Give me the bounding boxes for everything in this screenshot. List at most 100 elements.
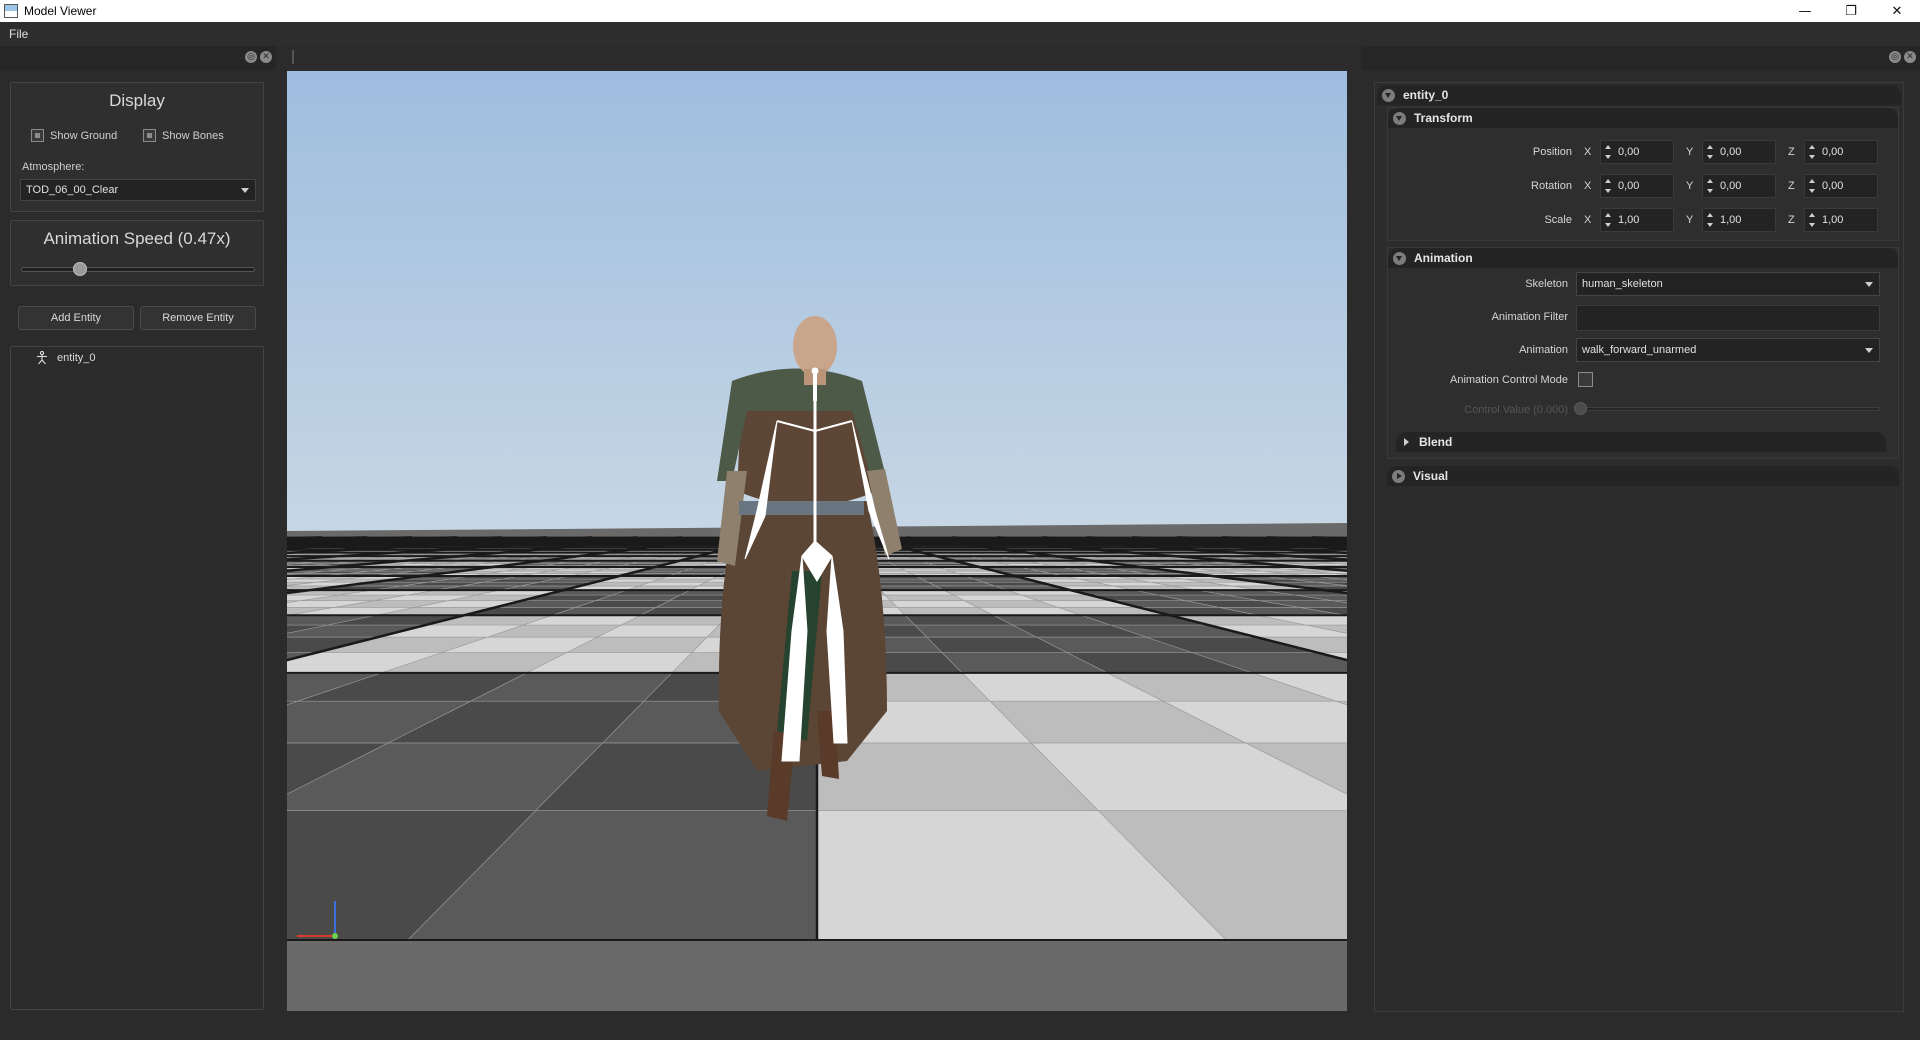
scale-z-value: 1,00: [1822, 214, 1844, 226]
collapse-icon[interactable]: [1393, 111, 1406, 125]
animation-value: walk_forward_unarmed: [1582, 344, 1697, 356]
entity-section-header[interactable]: entity_0: [1377, 85, 1901, 105]
scale-x-value: 1,00: [1618, 214, 1640, 226]
entity-name: entity_0: [57, 352, 96, 364]
show-bones-check-icon[interactable]: [143, 129, 156, 142]
floor-tile: [890, 600, 978, 608]
viewport-scene[interactable]: [287, 71, 1347, 1011]
animation-section-header[interactable]: Animation: [1388, 248, 1898, 268]
scale-z-spinbox[interactable]: 1,00: [1804, 208, 1878, 232]
left-panel: Display Show Ground Show Bones Atmospher…: [0, 70, 276, 1020]
chevron-down-icon: [241, 188, 249, 193]
3d-viewport[interactable]: [287, 71, 1347, 1011]
axis-z-label: Z: [1788, 180, 1795, 192]
transform-section-header[interactable]: Transform: [1388, 108, 1898, 128]
dock-float-icon[interactable]: ◎: [1889, 51, 1901, 63]
rotation-label: Rotation: [1531, 180, 1572, 192]
show-bones-checkbox[interactable]: Show Bones: [143, 129, 224, 142]
spin-arrows-icon[interactable]: [1707, 212, 1715, 228]
floor-tile: [683, 568, 733, 572]
dock-close-icon[interactable]: ✕: [1904, 51, 1916, 63]
animation-control-mode-checkbox[interactable]: [1578, 372, 1593, 387]
position-y-spinbox[interactable]: 0,00: [1702, 140, 1776, 164]
remove-entity-button[interactable]: Remove Entity: [140, 306, 256, 330]
scale-y-value: 1,00: [1720, 214, 1742, 226]
axis-y-label: Y: [1686, 214, 1694, 226]
axis-x-label: X: [1584, 146, 1592, 158]
rotation-x-value: 0,00: [1618, 180, 1640, 192]
axis-y-label: Y: [1686, 180, 1694, 192]
control-value-label: Control Value (0.000): [1464, 404, 1568, 416]
show-bones-label: Show Bones: [162, 129, 224, 142]
dock-close-icon[interactable]: ✕: [260, 51, 272, 63]
scale-x-spinbox[interactable]: 1,00: [1600, 208, 1674, 232]
entity-list: entity_0: [10, 346, 264, 1010]
spin-arrows-icon[interactable]: [1605, 144, 1613, 160]
position-label: Position: [1532, 146, 1572, 158]
restore-button[interactable]: ❐: [1828, 0, 1874, 22]
spin-arrows-icon[interactable]: [1707, 178, 1715, 194]
position-x-value: 0,00: [1618, 146, 1640, 158]
spin-arrows-icon[interactable]: [1809, 178, 1817, 194]
animation-dropdown[interactable]: walk_forward_unarmed: [1576, 338, 1880, 362]
transform-title: Transform: [1414, 111, 1473, 125]
dock-float-icon[interactable]: ◎: [245, 51, 257, 63]
floor-tile: [650, 578, 713, 583]
animation-speed-slider-track[interactable]: [21, 267, 255, 272]
control-value-slider-track[interactable]: [1576, 407, 1880, 411]
chevron-down-icon: [1865, 282, 1873, 287]
floor-tile: [676, 570, 729, 574]
show-ground-checkbox[interactable]: Show Ground: [31, 129, 117, 142]
axis-z-label: Z: [1788, 146, 1795, 158]
position-x-spinbox[interactable]: 0,00: [1600, 140, 1674, 164]
entity-list-item[interactable]: entity_0: [35, 351, 96, 365]
blend-section-header[interactable]: Blend: [1396, 432, 1886, 452]
floor-tile: [639, 581, 707, 587]
animation-box: Animation Skeleton human_skeleton Animat…: [1387, 247, 1899, 459]
window-title: Model Viewer: [24, 4, 97, 18]
display-title: Display: [109, 91, 165, 110]
axis-x-label: X: [1584, 214, 1592, 226]
animation-label: Animation: [1519, 344, 1568, 356]
scale-label: Scale: [1544, 214, 1572, 226]
menu-file[interactable]: File: [0, 27, 37, 41]
collapse-icon[interactable]: [1393, 251, 1406, 265]
left-dock-header: ◎ ✕: [0, 46, 276, 70]
chevron-right-icon[interactable]: [1392, 469, 1405, 483]
spin-arrows-icon[interactable]: [1707, 144, 1715, 160]
spin-arrows-icon[interactable]: [1605, 212, 1613, 228]
rotation-z-spinbox[interactable]: 0,00: [1804, 174, 1878, 198]
chevron-right-icon[interactable]: [1404, 438, 1409, 446]
entity-header-title: entity_0: [1403, 88, 1449, 102]
floor-tile: [921, 578, 984, 583]
atmosphere-dropdown[interactable]: TOD_06_00_Clear: [20, 179, 256, 201]
axis-x-label: X: [1584, 180, 1592, 192]
floor-tile: [896, 606, 994, 616]
minimize-button[interactable]: —: [1782, 0, 1828, 22]
skeleton-dropdown[interactable]: human_skeleton: [1576, 272, 1880, 296]
floor-tile: [884, 594, 965, 602]
transform-box: Transform Position X 0,00 Y 0,00 Z 0,00 …: [1387, 107, 1899, 241]
animation-speed-group: Animation Speed (0.47x): [10, 220, 264, 286]
rotation-x-spinbox[interactable]: 0,00: [1600, 174, 1674, 198]
atmosphere-label: Atmosphere:: [22, 161, 85, 173]
scale-y-spinbox[interactable]: 1,00: [1702, 208, 1776, 232]
animation-filter-input[interactable]: [1576, 305, 1880, 331]
title-bar: Model Viewer — ❐ ✕: [0, 0, 1920, 22]
spin-arrows-icon[interactable]: [1809, 144, 1817, 160]
add-entity-button[interactable]: Add Entity: [18, 306, 134, 330]
control-value-slider-handle[interactable]: [1574, 402, 1587, 415]
show-ground-check-icon[interactable]: [31, 129, 44, 142]
close-button[interactable]: ✕: [1874, 0, 1920, 22]
animation-speed-slider-handle[interactable]: [72, 262, 87, 276]
collapse-icon[interactable]: [1382, 88, 1395, 102]
window-controls: — ❐ ✕: [1782, 0, 1920, 22]
properties-frame: entity_0 Transform Position X 0,00 Y 0,0…: [1374, 82, 1904, 1012]
visual-section-header[interactable]: Visual: [1387, 466, 1899, 486]
atmosphere-value: TOD_06_00_Clear: [26, 184, 119, 196]
position-z-spinbox[interactable]: 0,00: [1804, 140, 1878, 164]
axis-z-label: Z: [1788, 214, 1795, 226]
spin-arrows-icon[interactable]: [1605, 178, 1613, 194]
spin-arrows-icon[interactable]: [1809, 212, 1817, 228]
rotation-y-spinbox[interactable]: 0,00: [1702, 174, 1776, 198]
